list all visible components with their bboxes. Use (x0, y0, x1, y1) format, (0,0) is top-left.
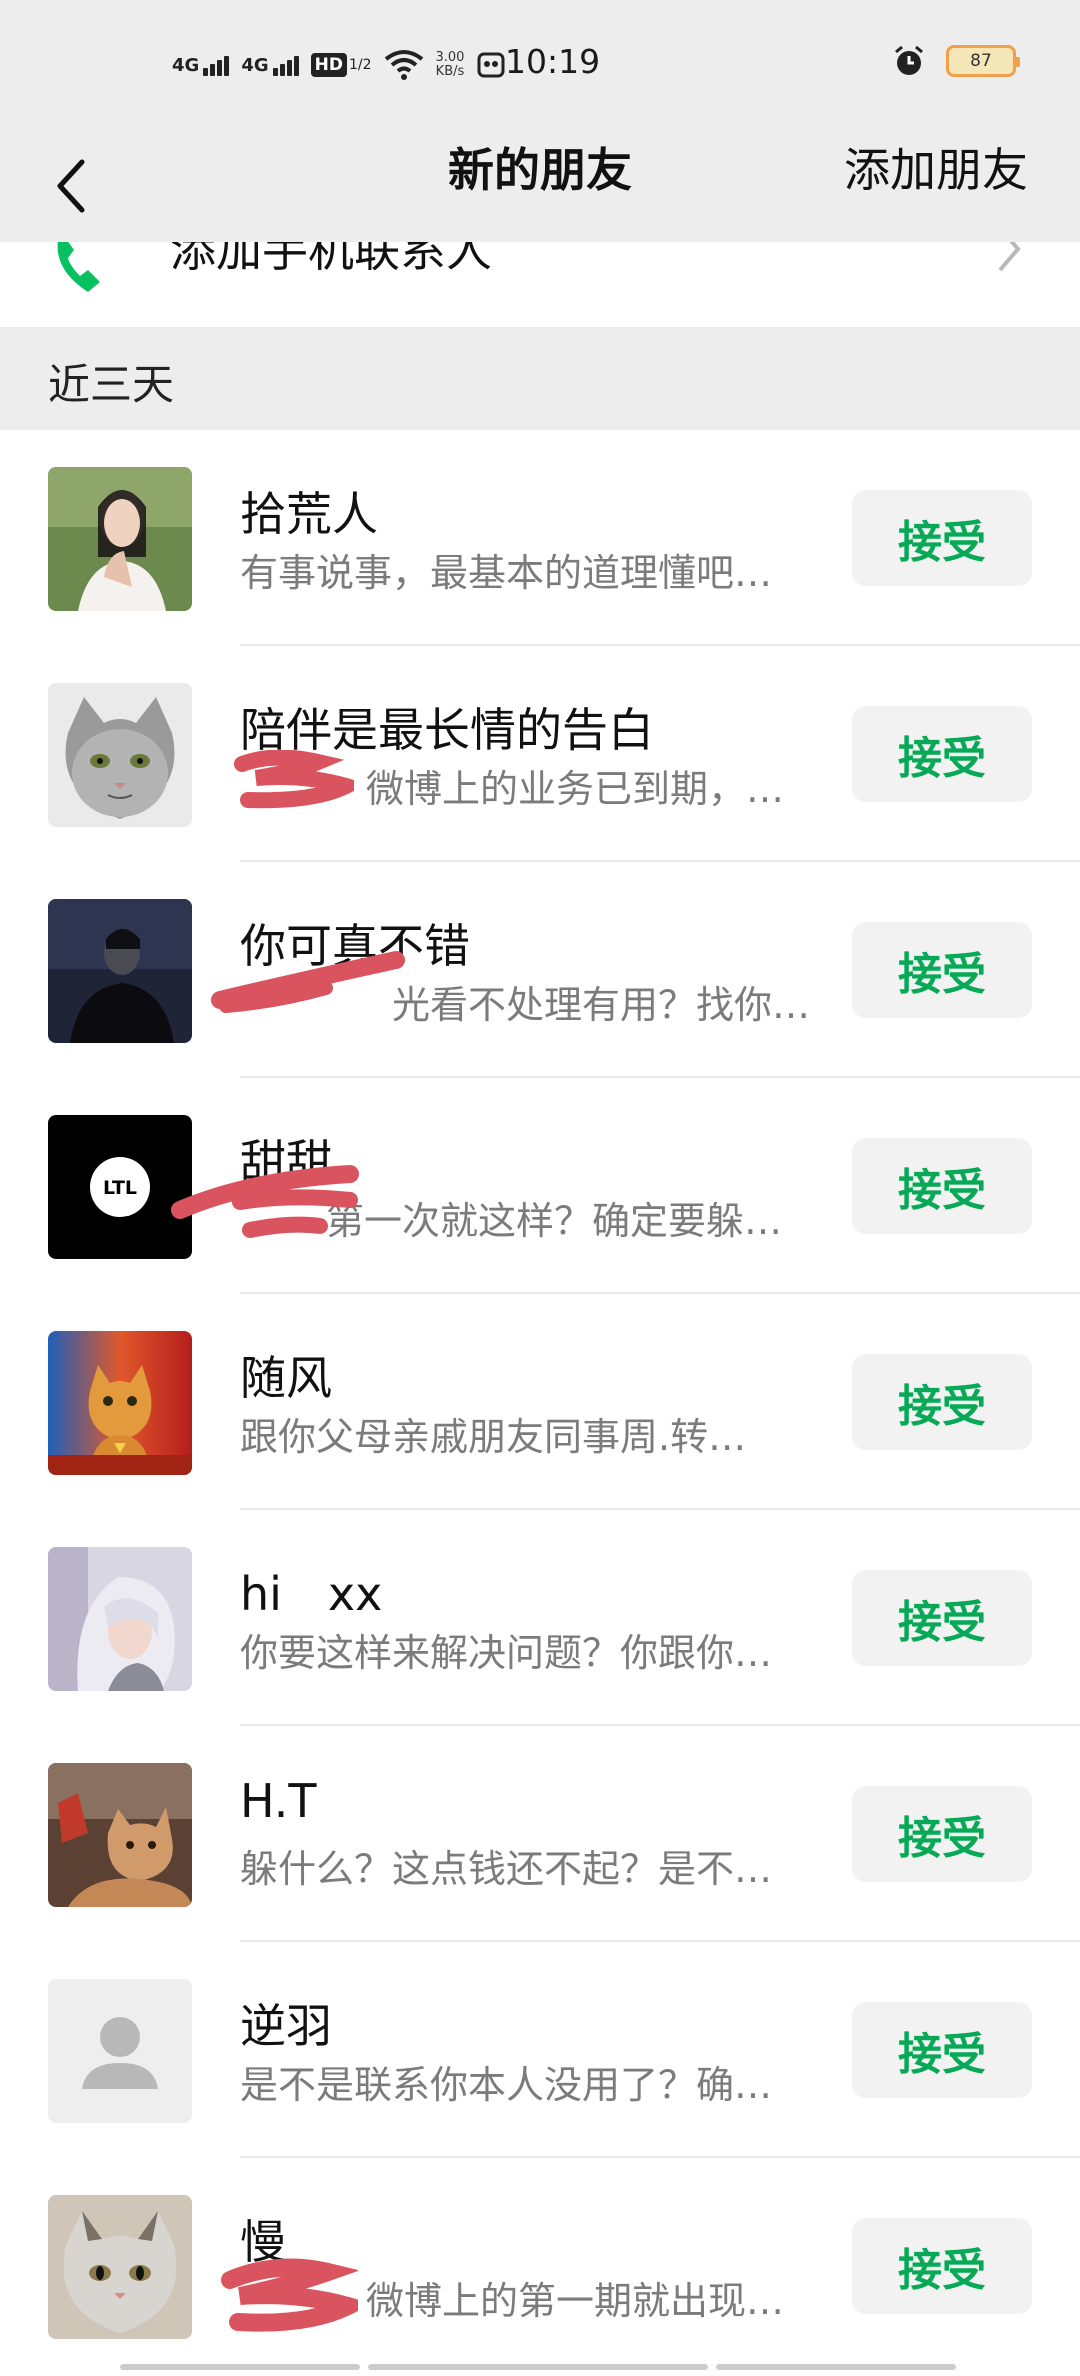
list-item[interactable]: H.T 躲什么？这点钱还不起？是不… 接受 (0, 1726, 1080, 1942)
add-phone-contacts-row[interactable]: 添加手机联系人 (0, 242, 1080, 327)
status-right: 87 (892, 44, 1020, 78)
avatar[interactable] (48, 2195, 192, 2339)
status-indicators: 4G 4G HD 1/2 3.00 KB/s (172, 42, 506, 88)
avatar[interactable] (48, 683, 192, 827)
request-name: 慢 (240, 2215, 286, 2269)
hd-voice-icon: HD 1/2 (310, 53, 372, 77)
network-type-label-2: 4G (241, 54, 269, 76)
dark-portrait-icon (48, 899, 192, 1043)
list-item[interactable]: 逆羽 是不是联系你本人没用了？确… 接受 (0, 1942, 1080, 2158)
list-item[interactable]: LTL 甜甜 第一次就这样？确定要躲… 接受 (0, 1078, 1080, 1294)
request-message: 有事说事，最基本的道理懂吧… (240, 551, 773, 595)
add-phone-contacts-label: 添加手机联系人 (170, 242, 492, 277)
app-notification-icon (477, 52, 505, 78)
speed-value: 3.00 (435, 50, 465, 65)
list-item[interactable]: 随风 跟你父母亲戚朋友同事周.转… 接受 (0, 1294, 1080, 1510)
orange-cat-poster-icon (48, 1331, 192, 1475)
network-speed: 3.00 KB/s (436, 51, 465, 79)
white-cat-icon (48, 2195, 192, 2339)
section-title: 近三天 (48, 360, 175, 409)
accept-button[interactable]: 接受 (852, 2218, 1032, 2314)
request-name: 拾荒人 (240, 487, 378, 541)
request-message: 微博上的业务已到期，… (366, 767, 785, 811)
list-item[interactable]: 拾荒人 有事说事，最基本的道理懂吧… 接受 (0, 430, 1080, 646)
avatar[interactable] (48, 467, 192, 611)
accept-button[interactable]: 接受 (852, 922, 1032, 1018)
status-bar: 4G 4G HD 1/2 3.00 KB/s 10:19 87 (0, 0, 1080, 130)
phone-icon (57, 242, 100, 292)
hd-sub-label: 1/2 (348, 57, 372, 73)
home-indicator (120, 2364, 960, 2370)
request-name: 陪伴是最长情的告白 (240, 703, 654, 757)
request-name: 随风 (240, 1351, 332, 1405)
avatar[interactable] (48, 1763, 192, 1907)
battery-icon: 87 (946, 45, 1020, 77)
chevron-right-icon (998, 242, 1021, 272)
svg-text:LTL: LTL (103, 1177, 137, 1199)
silver-hair-portrait-icon (48, 1547, 192, 1691)
accept-button[interactable]: 接受 (852, 2002, 1032, 2098)
battery-level: 87 (970, 51, 992, 71)
list-item[interactable]: 你可真不错 光看不处理有用？找你… 接受 (0, 862, 1080, 1078)
request-message: 你要这样来解决问题？你跟你… (240, 1631, 773, 1675)
ltl-logo-icon: LTL (48, 1115, 192, 1259)
chevron-left-icon (57, 159, 85, 213)
alarm-icon (895, 45, 923, 75)
request-name: 逆羽 (240, 1999, 332, 2053)
accept-button[interactable]: 接受 (852, 1354, 1032, 1450)
list-item[interactable]: 慢 微博上的第一期就出现… 接受 (0, 2158, 1080, 2374)
request-message: 光看不处理有用？找你… (392, 983, 811, 1027)
request-name: hi xx (240, 1567, 383, 1621)
accept-button[interactable]: 接受 (852, 706, 1032, 802)
gray-cat-icon (48, 683, 192, 827)
list-item[interactable]: hi xx 你要这样来解决问题？你跟你… 接受 (0, 1510, 1080, 1726)
list-item[interactable]: 陪伴是最长情的告白 微博上的业务已到期，… 接受 (0, 646, 1080, 862)
request-name: 你可真不错 (240, 919, 470, 973)
request-message: 第一次就这样？确定要躲… (326, 1199, 783, 1243)
clock: 10:19 (505, 42, 601, 81)
accept-button[interactable]: 接受 (852, 1138, 1032, 1234)
hd-label: HD (310, 53, 347, 77)
default-avatar-icon (48, 1979, 192, 2123)
friend-request-list: 拾荒人 有事说事，最基本的道理懂吧… 接受 陪伴是最长情的告白 微博上的业务已到… (0, 430, 1080, 2374)
network-type-label: 4G (172, 54, 200, 76)
signal-icon: 4G (172, 54, 230, 76)
signal-icon-2: 4G (241, 54, 299, 76)
request-message: 躲什么？这点钱还不起？是不… (240, 1847, 773, 1891)
speed-unit: KB/s (435, 64, 465, 79)
avatar[interactable]: LTL (48, 1115, 192, 1259)
accept-button[interactable]: 接受 (852, 1570, 1032, 1666)
avatar[interactable] (48, 899, 192, 1043)
request-message: 微博上的第一期就出现… (366, 2279, 785, 2323)
wifi-icon (384, 50, 423, 80)
nav-bar: 新的朋友 添加朋友 (0, 130, 1080, 242)
request-name: H.T (240, 1774, 317, 1828)
back-button[interactable] (40, 144, 100, 228)
add-friend-button[interactable]: 添加朋友 (844, 130, 1028, 210)
request-name: 甜甜 (240, 1135, 332, 1189)
avatar[interactable] (48, 1547, 192, 1691)
accept-button[interactable]: 接受 (852, 1786, 1032, 1882)
request-message: 跟你父母亲戚朋友同事周.转… (240, 1415, 747, 1459)
section-header: 近三天 (0, 327, 1080, 430)
avatar[interactable] (48, 1331, 192, 1475)
request-message: 是不是联系你本人没用了？确… (240, 2063, 773, 2107)
portrait-avatar-icon (48, 467, 192, 611)
redaction-mark (221, 2258, 358, 2332)
avatar[interactable] (48, 1979, 192, 2123)
cat-photo-icon (48, 1763, 192, 1907)
accept-button[interactable]: 接受 (852, 490, 1032, 586)
